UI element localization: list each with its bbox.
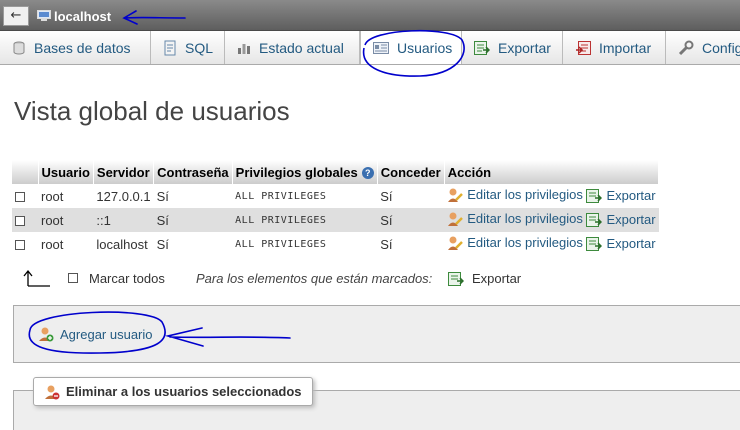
row-checkbox[interactable] [15,240,25,251]
cell-grant: Sí [377,208,445,232]
cell-actions: Editar los privilegios Exportar [444,232,659,256]
cell-host: ::1 [93,208,154,232]
edit-privileges-label: Editar los privilegios [467,187,583,202]
cell-password: Sí [153,232,233,256]
table-row: root 127.0.0.1 Sí ALL PRIVILEGES Sí Edit… [12,184,659,208]
row-checkbox[interactable] [15,192,25,203]
tab-sql[interactable]: SQL [151,31,225,64]
header-grant: Conceder [377,160,445,184]
header-host: Servidor [93,160,155,184]
tab-export[interactable]: Exportar [462,31,563,64]
page-title: Vista global de usuarios [14,96,290,126]
export-icon [586,212,603,227]
export-icon [474,40,490,55]
status-icon [238,43,250,54]
add-user-label: Agregar usuario [60,326,153,342]
tab-import[interactable]: Importar [563,31,666,64]
cell-privileges: ALL PRIVILEGES [232,232,378,256]
header-password: Contraseña [153,160,233,184]
edit-user-icon [448,212,464,226]
tab-settings[interactable]: Configu [666,31,740,64]
edit-user-icon [448,236,464,250]
check-all-label[interactable]: Marcar todos [89,271,165,286]
tab-label: Importar [599,39,652,56]
edit-privileges-link[interactable]: Editar los privilegios [447,187,583,203]
export-user-link[interactable]: Exportar [586,236,656,251]
export-user-link[interactable]: Exportar [586,188,656,203]
delete-user-icon [45,385,60,399]
tab-users[interactable]: Usuarios [360,31,462,64]
main-tabs: Bases de datos SQL Estado actual Usuario… [0,31,740,65]
table-row: root ::1 Sí ALL PRIVILEGES Sí Editar los… [12,208,659,232]
header-privileges-label: Privilegios globales [235,164,358,180]
cell-privileges: ALL PRIVILEGES [232,208,378,232]
row-checkbox-cell [12,184,38,208]
users-icon [373,41,389,54]
header-user: Usuario [38,160,94,184]
add-user-icon [39,327,54,342]
export-icon [586,188,603,203]
cell-grant: Sí [377,184,445,208]
cell-user: root [38,232,94,256]
cell-host: 127.0.0.1 [93,184,154,208]
table-row: root localhost Sí ALL PRIVILEGES Sí Edit… [12,232,659,256]
database-icon [13,41,25,54]
cell-user: root [38,208,94,232]
server-bar: ← localhost [0,0,740,31]
cell-user: root [38,184,94,208]
delete-users-label: Eliminar a los usuarios seleccionados [66,384,302,399]
edit-privileges-link[interactable]: Editar los privilegios [447,235,583,251]
add-user-link[interactable]: Agregar usuario [38,326,153,342]
edit-privileges-label: Editar los privilegios [467,211,583,226]
table-header-row: Usuario Servidor Contraseña Privilegios … [12,160,660,184]
export-icon [586,236,603,251]
tab-databases[interactable]: Bases de datos [0,31,151,64]
export-user-label: Exportar [606,236,656,251]
delete-users-legend[interactable]: Eliminar a los usuarios seleccionados [33,377,313,406]
wrench-icon [678,40,694,55]
export-user-label: Exportar [606,188,656,203]
tab-status[interactable]: Estado actual [225,31,360,64]
cell-privileges: ALL PRIVILEGES [232,184,378,208]
export-user-label: Exportar [606,212,656,227]
import-icon [576,40,591,55]
check-all-checkbox[interactable] [68,273,78,283]
edit-privileges-link[interactable]: Editar los privilegios [447,211,583,227]
export-selected-button[interactable]: Exportar [448,271,521,286]
cell-password: Sí [153,208,233,232]
cell-host: localhost [93,232,154,256]
tab-label: SQL [185,39,214,56]
sql-icon [164,40,176,55]
cell-actions: Editar los privilegios Exportar [444,208,659,232]
header-action: Acción [444,160,660,184]
export-user-link[interactable]: Exportar [586,212,656,227]
header-checkbox-col [12,160,39,184]
with-selected-label: Para los elementos que están marcados: [196,271,433,286]
cell-grant: Sí [377,232,445,256]
tab-label: Estado actual [259,39,344,56]
info-icon[interactable]: ? [361,167,374,180]
row-checkbox[interactable] [15,216,25,227]
tab-label: Configu [702,39,740,56]
export-icon [448,271,464,286]
header-privileges: Privilegios globales? [232,160,378,184]
back-button[interactable]: ← [3,6,29,26]
edit-user-icon [448,188,464,202]
server-icon [37,10,51,21]
cell-actions: Editar los privilegios Exportar [444,184,659,208]
export-selected-label: Exportar [472,271,522,286]
arrow-up-icon [23,269,50,287]
tab-label: Usuarios [397,39,453,56]
users-table: Usuario Servidor Contraseña Privilegios … [12,160,660,256]
row-checkbox-cell [12,232,38,256]
cell-password: Sí [153,184,233,208]
tab-label: Exportar [498,39,551,56]
tab-label: Bases de datos [34,39,131,56]
server-link[interactable]: localhost [54,9,111,24]
row-checkbox-cell [12,208,38,232]
edit-privileges-label: Editar los privilegios [467,235,583,250]
